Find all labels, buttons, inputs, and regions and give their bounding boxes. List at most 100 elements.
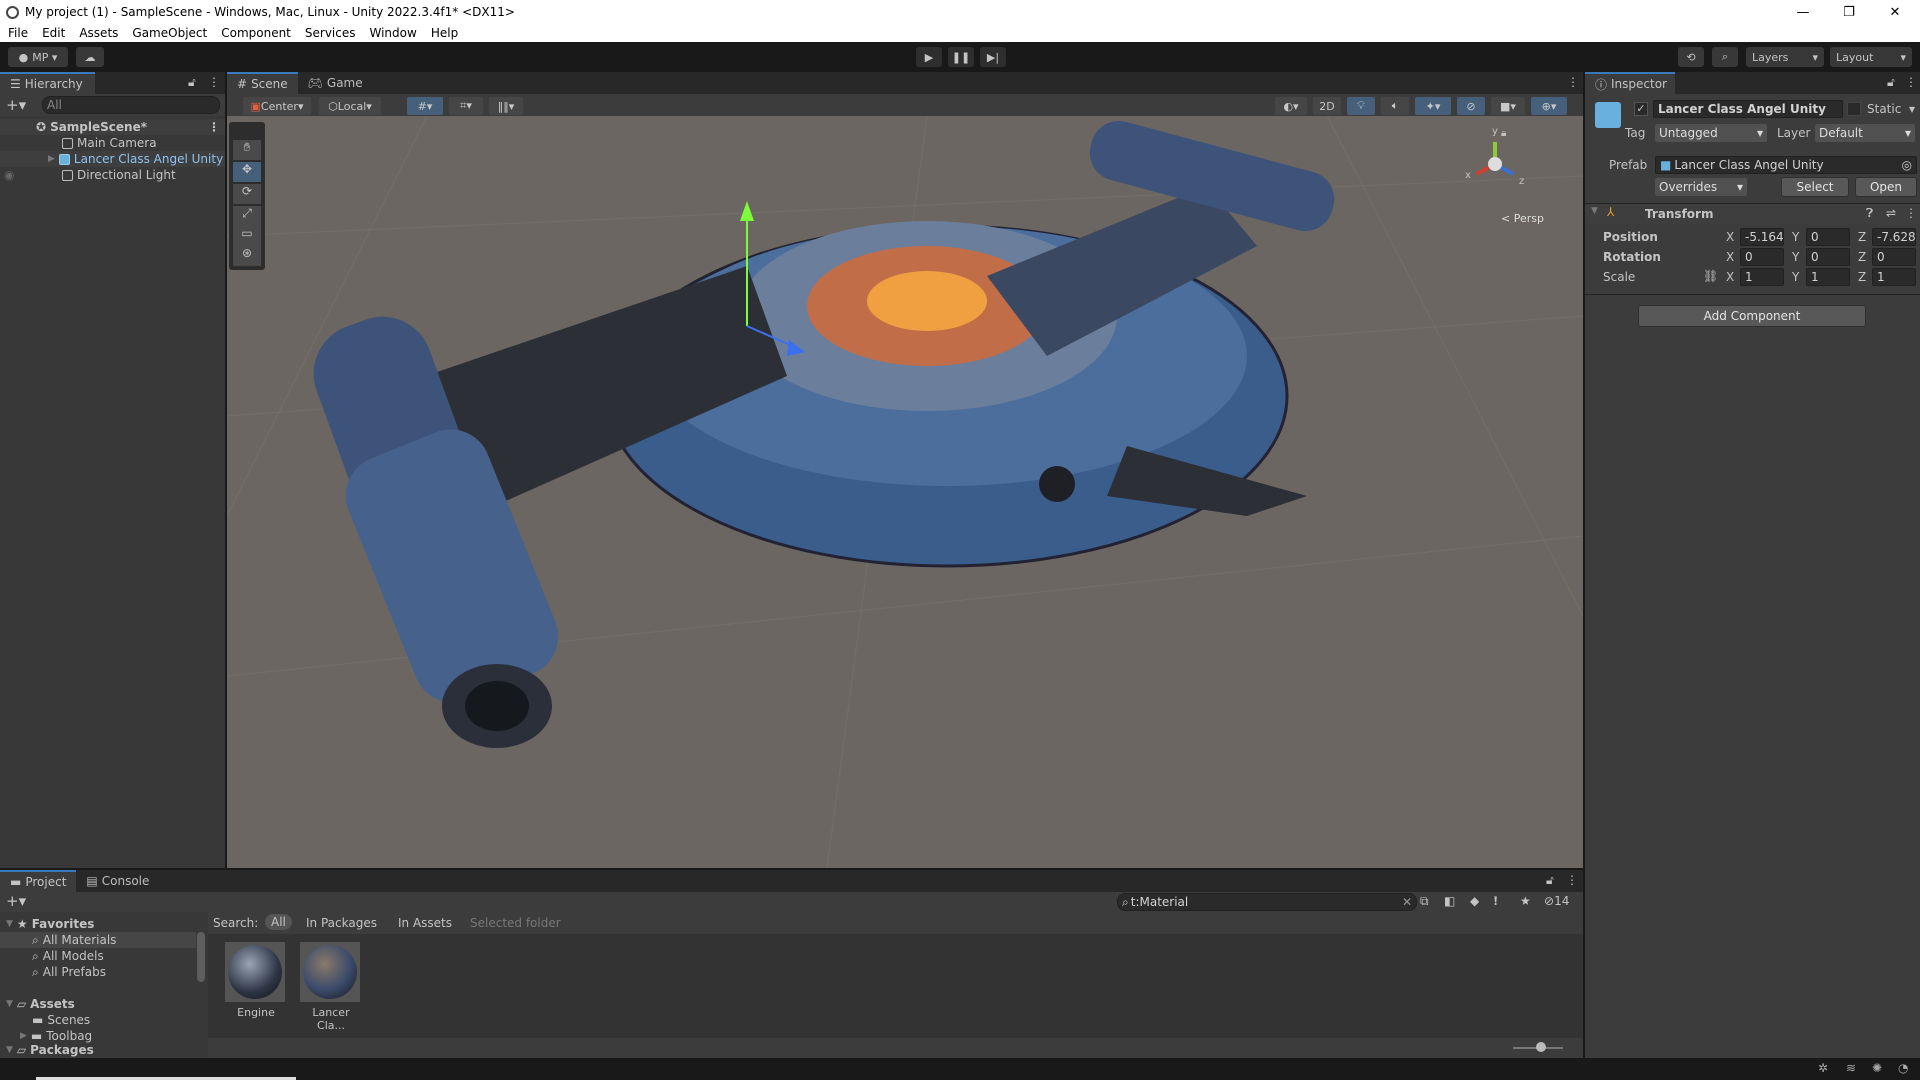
hand-tool-button[interactable]: ✋︎ xyxy=(233,140,261,160)
hidden-packages-toggle[interactable]: ⊘14 xyxy=(1544,894,1569,908)
space-dropdown[interactable]: ⬡ Local ▾ xyxy=(319,97,381,115)
grid-snap-button[interactable]: #▾ xyxy=(407,97,443,115)
hierarchy-item[interactable]: Main Camera xyxy=(0,135,225,151)
add-component-button[interactable]: Add Component xyxy=(1638,305,1866,327)
favorite-item[interactable]: ⌕ All Materials xyxy=(0,932,196,948)
transform-header[interactable]: ▼ ⅄ Transform ❓︎ ⇌ ⋮ xyxy=(1585,204,1920,224)
rotate-tool-button[interactable]: ⟳ xyxy=(233,184,261,204)
favorites-section[interactable]: ▼ ★ Favorites xyxy=(6,916,94,932)
toggle-2d-button[interactable]: 2D xyxy=(1313,97,1341,115)
slider-handle[interactable] xyxy=(1535,1042,1546,1052)
restore-button[interactable]: ❐ xyxy=(1826,0,1872,24)
audio-toggle[interactable]: 🔈︎ xyxy=(1381,97,1409,115)
search-window-icon[interactable]: ⧉ xyxy=(1420,894,1429,909)
position-z-input[interactable]: -7.628 xyxy=(1872,228,1916,246)
assets-folder[interactable]: ▼ ▱ Assets xyxy=(6,996,75,1012)
tab-inspector[interactable]: ⓘ Inspector xyxy=(1585,72,1675,94)
scale-tool-button[interactable]: ⤢ xyxy=(233,206,261,226)
tab-console[interactable]: ▤ Console xyxy=(76,870,159,892)
constrain-proportions-icon[interactable]: ⛓︎ xyxy=(1703,269,1718,283)
menu-gameobject[interactable]: GameObject xyxy=(132,26,207,40)
favorite-star-icon[interactable]: ★ xyxy=(1520,894,1531,908)
more-menu-icon[interactable]: ⋮ xyxy=(1905,75,1917,89)
favorite-item[interactable]: ⌕ All Models xyxy=(0,948,104,964)
expand-arrow-icon[interactable]: ▶ xyxy=(20,1031,27,1041)
effects-dropdown[interactable]: ✦▾ xyxy=(1415,97,1451,115)
layers-dropdown[interactable]: Layers ▾ xyxy=(1746,47,1824,67)
tab-project[interactable]: ▬ Project xyxy=(0,870,77,892)
projection-toggle[interactable]: < Persp xyxy=(1501,212,1544,225)
tab-hierarchy[interactable]: ☰ Hierarchy xyxy=(0,72,95,94)
visibility-toggle[interactable]: ⊘ xyxy=(1457,97,1485,115)
rotation-z-input[interactable]: 0 xyxy=(1872,248,1916,266)
close-button[interactable]: ✕ xyxy=(1872,0,1918,24)
tree-scrollbar[interactable] xyxy=(196,920,206,1054)
search-by-type-icon[interactable]: ◧ xyxy=(1444,894,1455,908)
active-checkbox[interactable]: ✓ xyxy=(1634,102,1648,116)
scene-viewport[interactable]: y x z 🔒︎ < Persp xyxy=(227,116,1583,868)
object-picker-icon[interactable]: ◎ xyxy=(1902,158,1912,172)
favorite-item[interactable]: ⌕ All Prefabs xyxy=(0,964,106,980)
increment-snap-button[interactable]: ⌗▾ xyxy=(449,97,483,115)
orientation-gizmo[interactable]: y x z xyxy=(1465,126,1525,192)
static-dropdown-icon[interactable]: ▾ xyxy=(1909,102,1915,116)
asset-item-lancer[interactable]: Lancer Cla... xyxy=(300,942,362,1032)
static-checkbox[interactable] xyxy=(1847,102,1861,116)
expand-arrow-icon[interactable]: ▶ xyxy=(48,154,55,164)
draw-mode-dropdown[interactable]: ◐▾ xyxy=(1275,97,1307,115)
layer-dropdown[interactable]: Default ▾ xyxy=(1815,124,1915,142)
asset-item-engine[interactable]: Engine xyxy=(225,942,287,1020)
step-button[interactable]: ▶| xyxy=(980,47,1006,67)
scope-in-packages[interactable]: In Packages xyxy=(306,916,377,930)
search-button[interactable]: ⌕ xyxy=(1712,47,1738,67)
log-types-icon[interactable]: ❗︎ xyxy=(1494,894,1497,909)
lock-icon[interactable]: 🔓︎ xyxy=(1887,75,1895,90)
auto-generate-lighting-icon[interactable]: ✺ xyxy=(1872,1061,1882,1075)
move-tool-button[interactable]: ✥ xyxy=(233,162,261,182)
packages-folder[interactable]: ▼ ▱ Packages xyxy=(6,1042,94,1058)
open-button[interactable]: Open xyxy=(1855,177,1917,197)
camera-dropdown[interactable]: ■▾ xyxy=(1491,97,1525,115)
cache-server-icon[interactable]: ≋ xyxy=(1846,1061,1856,1075)
ruler-button[interactable]: ‖‖▾ xyxy=(489,97,523,115)
minimize-button[interactable]: — xyxy=(1780,0,1826,24)
more-menu-icon[interactable]: ⋮ xyxy=(208,75,220,89)
scale-y-input[interactable]: 1 xyxy=(1806,268,1850,286)
collapse-arrow-icon[interactable]: ▼ xyxy=(1591,206,1598,216)
hierarchy-item[interactable]: ◉ Directional Light xyxy=(0,167,225,183)
scale-x-input[interactable]: 1 xyxy=(1740,268,1784,286)
menu-help[interactable]: Help xyxy=(431,26,458,40)
create-asset-button[interactable]: +▾ xyxy=(6,892,26,910)
rotation-x-input[interactable]: 0 xyxy=(1740,248,1784,266)
transform-tool-button[interactable]: ⊛ xyxy=(233,246,261,266)
account-dropdown[interactable]: ● MP ▾ xyxy=(8,47,68,67)
menu-services[interactable]: Services xyxy=(305,26,356,40)
position-y-input[interactable]: 0 xyxy=(1806,228,1850,246)
clear-search-icon[interactable]: ✕ xyxy=(1402,895,1412,909)
menu-file[interactable]: File xyxy=(8,26,28,40)
scope-selected-folder[interactable]: Selected folder xyxy=(470,916,561,930)
cloud-button[interactable]: ☁ xyxy=(76,47,104,67)
rotation-y-input[interactable]: 0 xyxy=(1806,248,1850,266)
lighting-toggle[interactable]: 💡︎ xyxy=(1347,97,1375,115)
overrides-dropdown[interactable]: Overrides ▾ xyxy=(1655,178,1747,196)
prefab-field[interactable]: ■ Lancer Class Angel Unity ◎ xyxy=(1655,156,1917,174)
status-icon[interactable]: ◔ xyxy=(1898,1061,1908,1075)
hierarchy-search-input[interactable]: All xyxy=(42,96,220,114)
gizmo-lock-icon[interactable]: 🔒︎ xyxy=(1501,128,1506,139)
lock-icon[interactable]: 🔓︎ xyxy=(188,75,196,90)
select-button[interactable]: Select xyxy=(1781,177,1849,197)
search-by-label-icon[interactable]: ◆ xyxy=(1470,894,1479,908)
more-menu-icon[interactable]: ⋮ xyxy=(1566,873,1578,887)
menu-component[interactable]: Component xyxy=(221,26,291,40)
tag-dropdown[interactable]: Untagged ▾ xyxy=(1655,124,1767,142)
position-x-input[interactable]: -5.164 xyxy=(1740,228,1784,246)
gizmos-dropdown[interactable]: ⊕▾ xyxy=(1531,97,1567,115)
scale-z-input[interactable]: 1 xyxy=(1872,268,1916,286)
hierarchy-item[interactable]: ▶ Lancer Class Angel Unity xyxy=(0,151,225,167)
tab-game[interactable]: 🎮︎ Game xyxy=(298,72,373,94)
pivot-dropdown[interactable]: ▣ Center ▾ xyxy=(243,97,311,115)
menu-window[interactable]: Window xyxy=(370,26,417,40)
more-menu-icon[interactable]: ⋮ xyxy=(1905,206,1917,220)
more-menu-icon[interactable]: ⋮ xyxy=(208,120,220,134)
